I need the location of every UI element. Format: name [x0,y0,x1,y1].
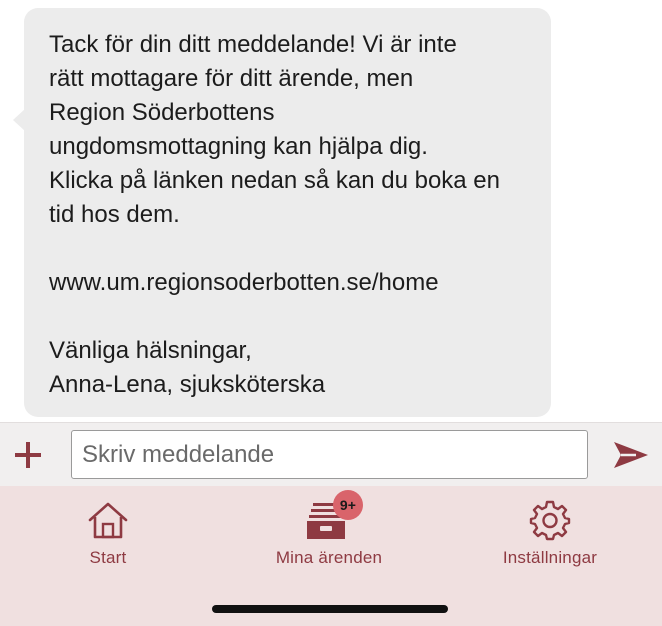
attach-button[interactable] [10,437,46,473]
chat-area: Tack för din ditt meddelande! Vi är inte… [0,0,662,422]
tab-start[interactable]: Start [58,498,158,568]
home-indicator[interactable] [212,605,448,613]
message-signature: Anna-Lena, sjuksköterska [49,371,326,398]
message-bubble: Tack för din ditt meddelande! Vi är inte… [24,8,551,417]
message-composer [0,422,662,486]
message-paragraph: Tack för din ditt meddelande! Vi är inte… [49,31,500,228]
message-greeting: Vänliga hälsningar, [49,337,252,364]
notification-badge: 9+ [333,490,363,520]
tab-start-label: Start [89,548,127,567]
tab-installningar-label: Inställningar [502,548,598,567]
gear-icon [529,500,571,541]
message-input[interactable] [71,430,588,479]
tab-installningar[interactable]: Inställningar [480,498,620,568]
tab-mina-arenden-label: Mina ärenden [275,548,383,567]
home-icon [88,502,128,539]
plus-icon [15,442,41,468]
tab-mina-arenden[interactable]: 9+ Mina ärenden [258,490,400,568]
send-button[interactable] [609,437,653,473]
send-icon [614,442,648,468]
message-link[interactable]: www.um.regionsoderbotten.se/home [49,266,527,300]
